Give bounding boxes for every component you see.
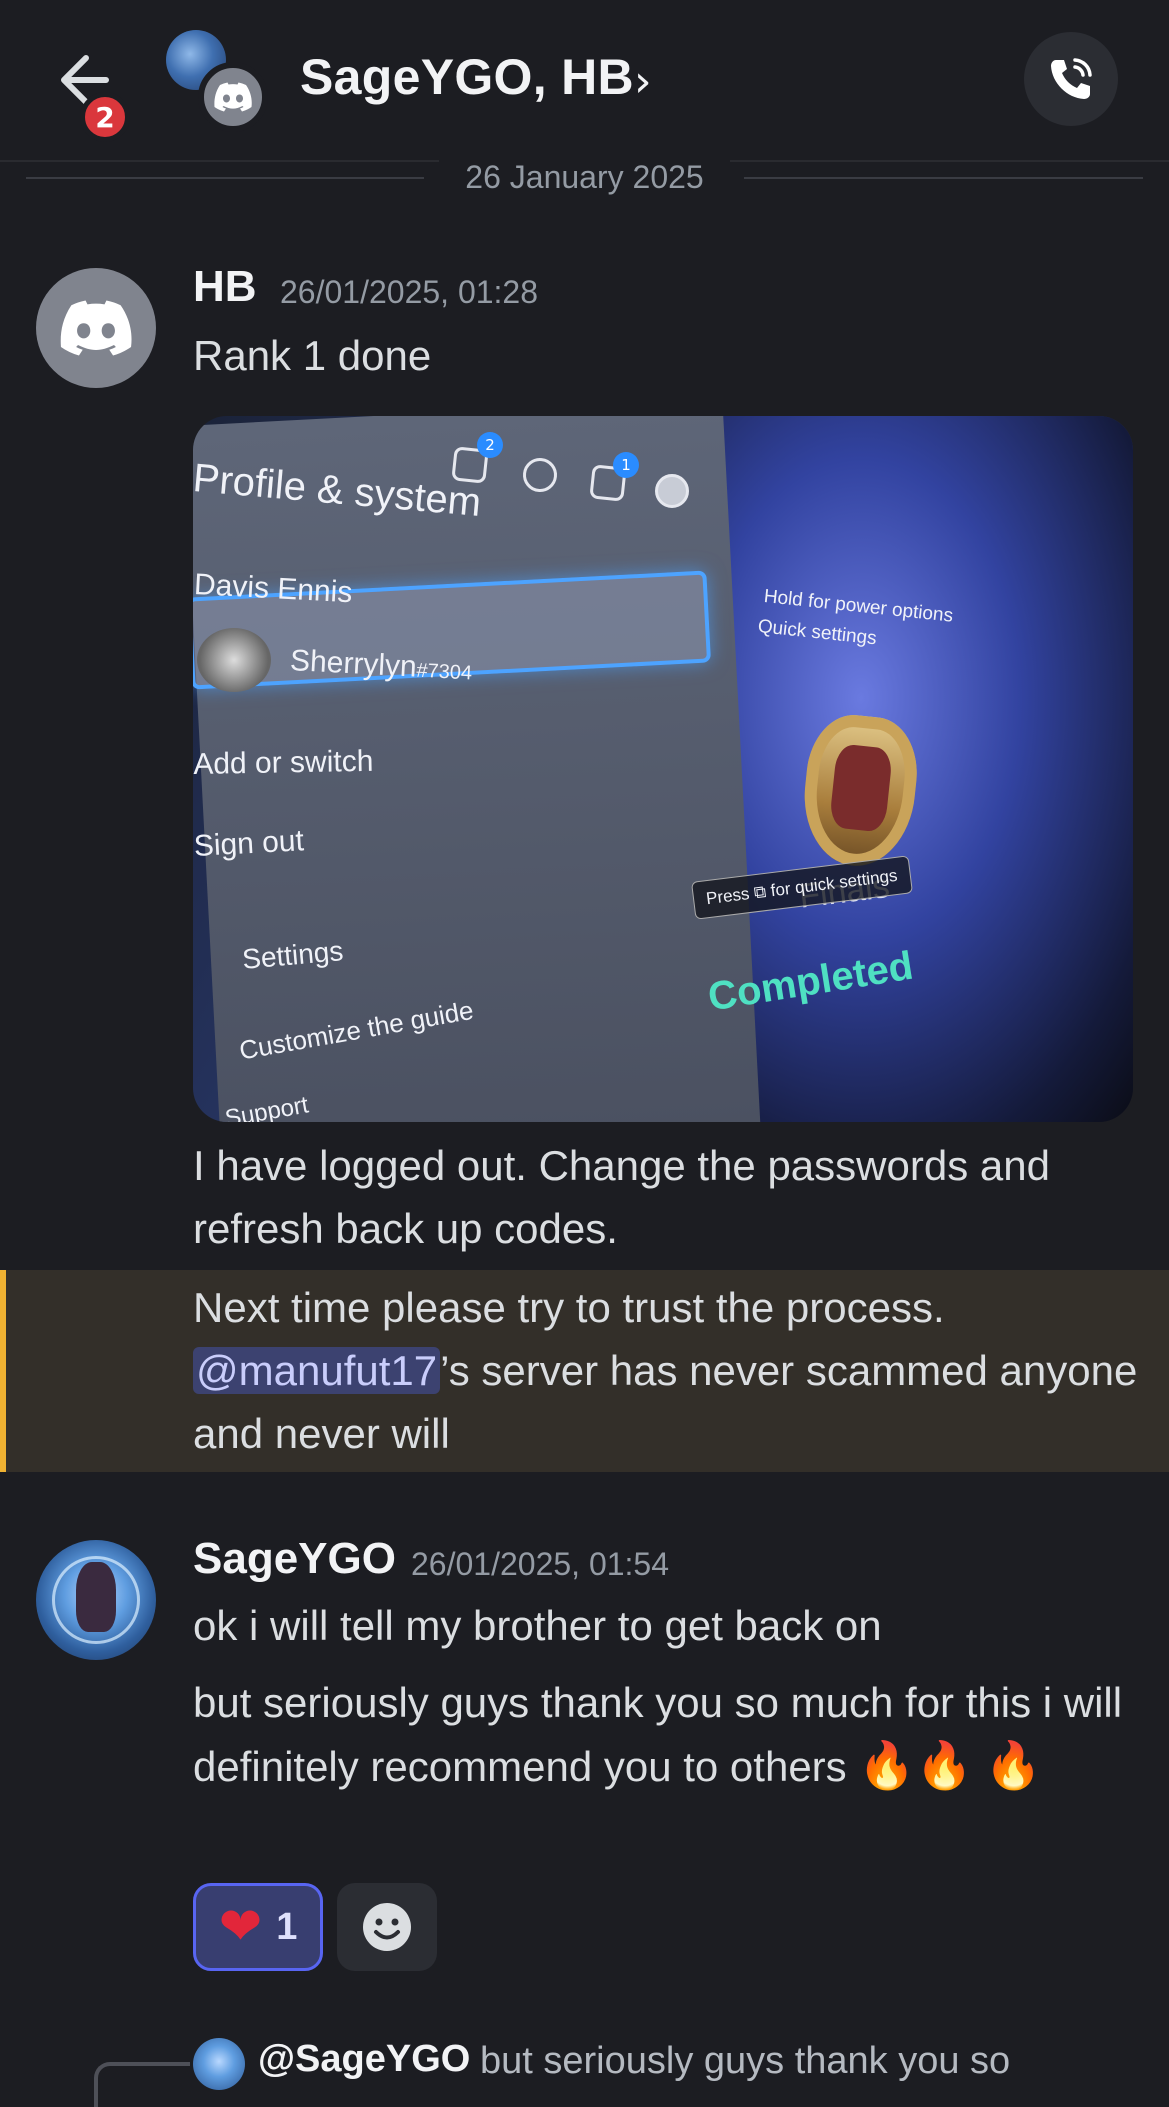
fire-emoji: 🔥	[984, 1739, 1042, 1791]
reply-avatar	[193, 2038, 245, 2090]
profile-icon	[655, 474, 689, 508]
menu-sign-out: Sign out	[193, 824, 305, 863]
reply-connector	[94, 2062, 190, 2107]
reaction-heart[interactable]: ❤ 1	[193, 1883, 323, 1971]
unread-badge: 2	[80, 92, 130, 142]
smiley-face-icon	[363, 1903, 411, 1951]
group-avatar-hb[interactable]	[198, 62, 268, 132]
fire-emoji: 🔥	[858, 1739, 916, 1791]
chat-title[interactable]: SageYGO, HB	[300, 48, 634, 106]
message-text: but seriously guys thank you so much for…	[193, 1679, 1123, 1791]
message-text: Rank 1 done	[193, 332, 432, 379]
message-text-mention: @manufut17’s server has never scammed an…	[193, 1347, 1138, 1457]
message-text: Next time please try to trust the proces…	[193, 1284, 945, 1331]
chevron-right-icon[interactable]: ›	[634, 56, 652, 107]
reply-author[interactable]: @SageYGO	[258, 2038, 470, 2081]
reaction-count: 1	[276, 1905, 298, 1948]
message-timestamp: 26/01/2025, 01:28	[280, 274, 539, 310]
date-label: 26 January 2025	[439, 159, 730, 195]
message-attachment-image[interactable]: 2 1 Profile & system Davis Ennis Sherryl…	[193, 416, 1133, 1122]
message-author[interactable]: HB	[193, 262, 257, 312]
fire-emoji: 🔥	[915, 1739, 973, 1791]
message-text: ok i will tell my brother to get back on	[193, 1602, 882, 1649]
gamer-avatar	[197, 628, 271, 692]
chat-app: 2 SageYGO, HB › 26 January 2025 HB 26/01…	[0, 0, 1169, 2107]
discord-logo-icon	[60, 300, 132, 356]
message-author[interactable]: SageYGO	[193, 1534, 396, 1584]
add-reaction-button[interactable]	[337, 1883, 437, 1971]
messages-badge: 2	[477, 432, 503, 458]
guide-icon-row: 2 1	[443, 424, 723, 508]
heart-emoji: ❤	[218, 1897, 263, 1957]
call-button[interactable]	[1024, 32, 1118, 126]
message-text: I have logged out. Change the passwords …	[193, 1142, 1050, 1252]
menu-add-or-switch: Add or switch	[193, 744, 374, 781]
discord-logo-icon	[214, 82, 252, 112]
avatar-sageygo[interactable]	[36, 1540, 156, 1660]
uploads-badge: 1	[613, 452, 639, 478]
chat-header: 2 SageYGO, HB ›	[0, 0, 1169, 162]
date-divider: 26 January 2025	[26, 155, 1143, 201]
trophy-emblem	[828, 743, 894, 833]
avatar-hb[interactable]	[36, 268, 156, 388]
message-timestamp: 26/01/2025, 01:54	[411, 1546, 670, 1582]
user-mention[interactable]: @manufut17	[193, 1347, 441, 1394]
controller-icon	[521, 456, 559, 494]
reply-text[interactable]: but seriously guys thank you so	[480, 2040, 1010, 2083]
phone-call-icon	[1051, 58, 1092, 99]
avatar-figure	[76, 1562, 116, 1632]
